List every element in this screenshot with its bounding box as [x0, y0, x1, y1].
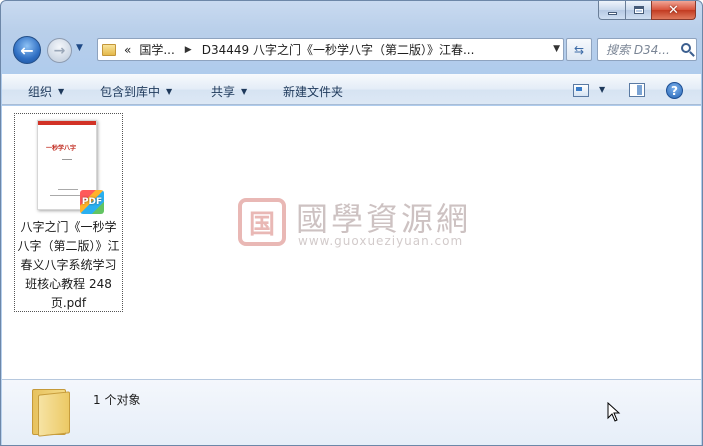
- maximize-icon: [633, 6, 644, 14]
- breadcrumb-root[interactable]: 国学...: [139, 41, 174, 58]
- pdf-icon: PDF: [80, 190, 104, 214]
- folder-icon: [30, 389, 70, 437]
- organize-label: 组织: [28, 85, 53, 99]
- item-count: 1 个对象: [93, 393, 141, 407]
- explorer-window: ✕ ← → ▼ « 国学... ▶ D34449 八字之门《一秒学八字（第二版）…: [0, 0, 703, 446]
- navigation-bar: ← → ▼ « 国学... ▶ D34449 八字之门《一秒学八字（第二版）》江…: [9, 34, 697, 66]
- chevron-down-icon: ▼: [241, 87, 248, 96]
- watermark: 国 國學資源網 www.guoxueziyuan.com: [238, 194, 500, 254]
- minimize-icon: [607, 11, 617, 15]
- new-folder-button[interactable]: 新建文件夹: [283, 83, 343, 100]
- address-bar[interactable]: « 国学... ▶ D34449 八字之门《一秒学八字（第二版）》江春... ▼: [97, 38, 564, 61]
- organize-button[interactable]: 组织 ▼: [28, 83, 64, 100]
- folder-front: [38, 391, 70, 437]
- help-label: ?: [671, 83, 678, 98]
- address-dropdown-icon[interactable]: ▼: [553, 44, 560, 54]
- file-name[interactable]: 八字之门《一秒学八字（第二版）》江春义八字系统学习班核心教程 248页.pdf: [15, 218, 122, 313]
- search-box[interactable]: 搜索 D34...: [597, 38, 697, 61]
- chevron-down-icon: ▼: [58, 87, 65, 96]
- thumbnail-header-bar: [38, 121, 96, 125]
- new-folder-label: 新建文件夹: [283, 85, 344, 99]
- help-icon[interactable]: ?: [666, 82, 683, 99]
- view-options-dropdown[interactable]: ▼: [599, 85, 605, 94]
- search-icon[interactable]: [681, 43, 691, 53]
- preview-pane-icon[interactable]: [629, 83, 645, 97]
- share-button[interactable]: 共享 ▼: [211, 83, 247, 100]
- close-button[interactable]: ✕: [651, 1, 696, 20]
- folder-icon: [102, 43, 116, 56]
- minimize-button[interactable]: [598, 1, 625, 20]
- breadcrumb-separator-icon[interactable]: ▶: [185, 45, 192, 55]
- watermark-url: www.guoxueziyuan.com: [298, 234, 464, 248]
- watermark-seal: 国: [238, 198, 286, 246]
- breadcrumb-current[interactable]: D34449 八字之门《一秒学八字（第二版）》江春...: [202, 41, 475, 58]
- back-button[interactable]: ←: [13, 36, 41, 64]
- close-icon: ✕: [668, 2, 679, 18]
- chevron-down-icon: ▼: [166, 87, 173, 96]
- arrow-right-icon: →: [53, 42, 66, 59]
- pdf-badge-label: PDF: [81, 197, 103, 207]
- command-bar: 组织 ▼ 包含到库中 ▼ 共享 ▼ 新建文件夹 ▼ ?: [2, 74, 701, 105]
- thumbnail-line: [58, 189, 78, 190]
- forward-button[interactable]: →: [47, 38, 72, 63]
- file-list[interactable]: 一秒学八字 PDF 八字之门《一秒学八字（第二版）》江春义八字系统学习班核心教程…: [2, 106, 701, 379]
- refresh-icon: ⇆: [573, 42, 585, 57]
- refresh-button[interactable]: ⇆: [566, 38, 592, 61]
- maximize-button[interactable]: [625, 1, 651, 20]
- arrow-left-icon: ←: [20, 40, 34, 60]
- breadcrumb-overflow[interactable]: «: [124, 43, 131, 57]
- file-item[interactable]: 一秒学八字 PDF 八字之门《一秒学八字（第二版）》江春义八字系统学习班核心教程…: [14, 113, 123, 312]
- thumbnail-line: [62, 159, 72, 160]
- include-in-library-label: 包含到库中: [100, 85, 161, 99]
- breadcrumb: « 国学... ▶ D34449 八字之门《一秒学八字（第二版）》江春...: [124, 41, 474, 58]
- thumbnail-title: 一秒学八字: [46, 145, 77, 152]
- recent-pages-dropdown[interactable]: ▼: [76, 43, 83, 53]
- search-input[interactable]: 搜索 D34...: [606, 41, 676, 58]
- details-pane: 1 个对象: [2, 379, 701, 445]
- include-in-library-button[interactable]: 包含到库中 ▼: [100, 83, 172, 100]
- share-label: 共享: [211, 85, 236, 99]
- change-view-icon[interactable]: [573, 84, 589, 97]
- caption-buttons: ✕: [598, 1, 696, 20]
